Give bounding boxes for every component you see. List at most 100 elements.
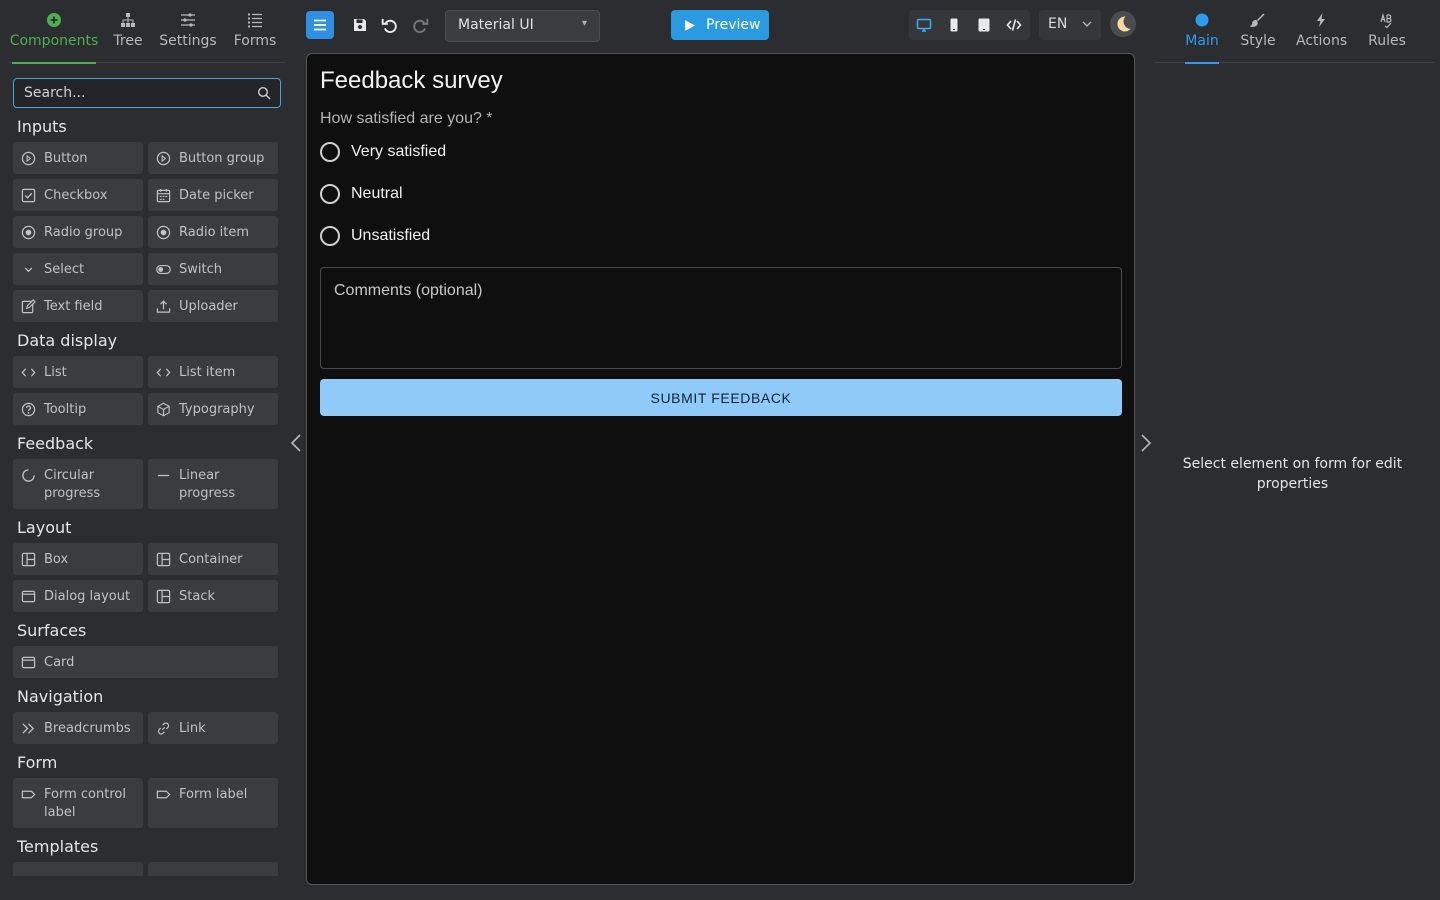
- radio-very-satisfied[interactable]: Very satisfied: [320, 141, 446, 163]
- component-checkbox[interactable]: Checkbox: [13, 179, 143, 211]
- calendar-icon: [156, 188, 171, 203]
- save-button[interactable]: [346, 11, 374, 39]
- radio-neutral[interactable]: Neutral: [320, 183, 403, 205]
- component-box[interactable]: Box: [13, 543, 143, 575]
- component-switch[interactable]: Switch: [148, 253, 278, 285]
- collapse-right-icon[interactable]: [1137, 433, 1155, 453]
- tab-main[interactable]: Main: [1185, 0, 1219, 64]
- preview-label: Preview: [706, 17, 761, 33]
- circle-icon: [1195, 13, 1209, 27]
- component-template[interactable]: [148, 862, 278, 876]
- component-button-group[interactable]: Button group: [148, 142, 278, 174]
- radio-label: Unsatisfied: [351, 227, 431, 244]
- component-label: Switch: [179, 262, 222, 277]
- radio-circle[interactable]: [320, 184, 340, 204]
- device-mobile-button[interactable]: [944, 15, 964, 35]
- preview-button[interactable]: Preview: [671, 10, 769, 40]
- component-label: Form control label: [44, 787, 126, 820]
- component-label: Date picker: [179, 188, 254, 203]
- radio-unsatisfied[interactable]: Unsatisfied: [320, 225, 430, 247]
- language-select[interactable]: EN: [1039, 10, 1101, 40]
- redo-button[interactable]: [406, 11, 434, 39]
- link-icon: [157, 722, 170, 735]
- tablet-icon: [978, 18, 990, 32]
- tab-components[interactable]: Components: [8, 0, 100, 64]
- tab-tree[interactable]: Tree: [106, 0, 150, 63]
- component-label: List: [44, 365, 67, 380]
- menu-button[interactable]: [306, 11, 334, 39]
- tab-label: Style: [1240, 33, 1276, 49]
- component-template[interactable]: [13, 862, 143, 876]
- component-label: Link: [179, 721, 206, 736]
- component-uploader[interactable]: Uploader: [148, 290, 278, 322]
- component-card[interactable]: Card: [13, 646, 278, 678]
- category-navigation: Navigation: [17, 687, 104, 706]
- undo-button[interactable]: [376, 11, 404, 39]
- caret-down-icon: ▾: [581, 18, 587, 29]
- comments-textarea[interactable]: [334, 282, 1104, 352]
- component-container[interactable]: Container: [148, 543, 278, 575]
- collapse-left-icon[interactable]: [287, 433, 305, 453]
- submit-feedback-button[interactable]: SUBMIT FEEDBACK: [320, 379, 1122, 416]
- component-form-label[interactable]: Form label: [148, 778, 278, 828]
- component-label: Select: [44, 262, 85, 277]
- search-icon[interactable]: [257, 86, 271, 100]
- component-label: Form label: [179, 787, 248, 802]
- component-select[interactable]: Select: [13, 253, 143, 285]
- tab-rules[interactable]: Rules: [1368, 0, 1406, 63]
- tab-label: Components: [9, 33, 99, 49]
- tab-actions[interactable]: Actions: [1296, 0, 1347, 63]
- search-input[interactable]: [24, 83, 249, 103]
- window-icon: [21, 590, 36, 603]
- component-dialog-layout[interactable]: Dialog layout: [13, 580, 143, 612]
- component-search: [13, 78, 281, 108]
- device-tablet-button[interactable]: [974, 15, 994, 35]
- component-radio-group[interactable]: Radio group: [13, 216, 143, 248]
- component-radio-item[interactable]: Radio item: [148, 216, 278, 248]
- hamburger-icon: [314, 19, 326, 31]
- label-tag-icon: [156, 790, 171, 799]
- components-sidebar: Components Tree Settings Forms Inputs Bu…: [0, 0, 290, 900]
- code-view-button[interactable]: [1004, 15, 1024, 35]
- ui-library-select[interactable]: Material UI ▾: [445, 10, 600, 42]
- tab-settings[interactable]: Settings: [158, 0, 218, 63]
- component-label: Stack: [179, 589, 215, 604]
- component-form-control-label[interactable]: Form control label: [13, 778, 143, 828]
- device-desktop-button[interactable]: [914, 15, 934, 35]
- component-breadcrumbs[interactable]: Breadcrumbs: [13, 712, 143, 744]
- component-link[interactable]: Link: [148, 712, 278, 744]
- component-stack[interactable]: Stack: [148, 580, 278, 612]
- component-button[interactable]: Button: [13, 142, 143, 174]
- category-feedback: Feedback: [17, 434, 94, 453]
- component-circular-progress[interactable]: Circular progress: [13, 459, 143, 509]
- component-linear-progress[interactable]: Linear progress: [148, 459, 278, 509]
- brush-icon: [1250, 13, 1265, 27]
- component-label: Breadcrumbs: [44, 721, 131, 736]
- radio-circle[interactable]: [320, 142, 340, 162]
- upload-icon: [156, 300, 171, 313]
- tab-style[interactable]: Style: [1240, 0, 1276, 63]
- radio-label: Very satisfied: [351, 143, 447, 160]
- theme-toggle-button[interactable]: [1110, 11, 1136, 37]
- tab-label: Main: [1185, 33, 1219, 49]
- plus-circle-icon: [47, 13, 61, 27]
- component-list-item[interactable]: List item: [148, 356, 278, 388]
- component-typography[interactable]: Typography: [148, 393, 278, 425]
- radio-icon: [156, 225, 171, 240]
- question-circle-icon: [21, 402, 36, 417]
- category-surfaces: Surfaces: [17, 621, 87, 640]
- component-tooltip[interactable]: Tooltip: [13, 393, 143, 425]
- radio-circle[interactable]: [320, 226, 340, 246]
- component-label: Box: [44, 552, 69, 567]
- form-canvas[interactable]: Feedback survey How satisfied are you? *…: [306, 53, 1135, 885]
- component-date-picker[interactable]: Date picker: [148, 179, 278, 211]
- component-text-field[interactable]: Text field: [13, 290, 143, 322]
- component-label: Radio group: [44, 225, 123, 240]
- component-label: Button group: [179, 151, 265, 166]
- tab-label: Rules: [1368, 33, 1406, 49]
- properties-tabs: Main Style Actions Rules: [1155, 0, 1435, 64]
- toggle-icon: [156, 264, 171, 275]
- tab-forms[interactable]: Forms: [230, 0, 280, 63]
- component-label: Tooltip: [44, 402, 87, 417]
- component-list[interactable]: List: [13, 356, 143, 388]
